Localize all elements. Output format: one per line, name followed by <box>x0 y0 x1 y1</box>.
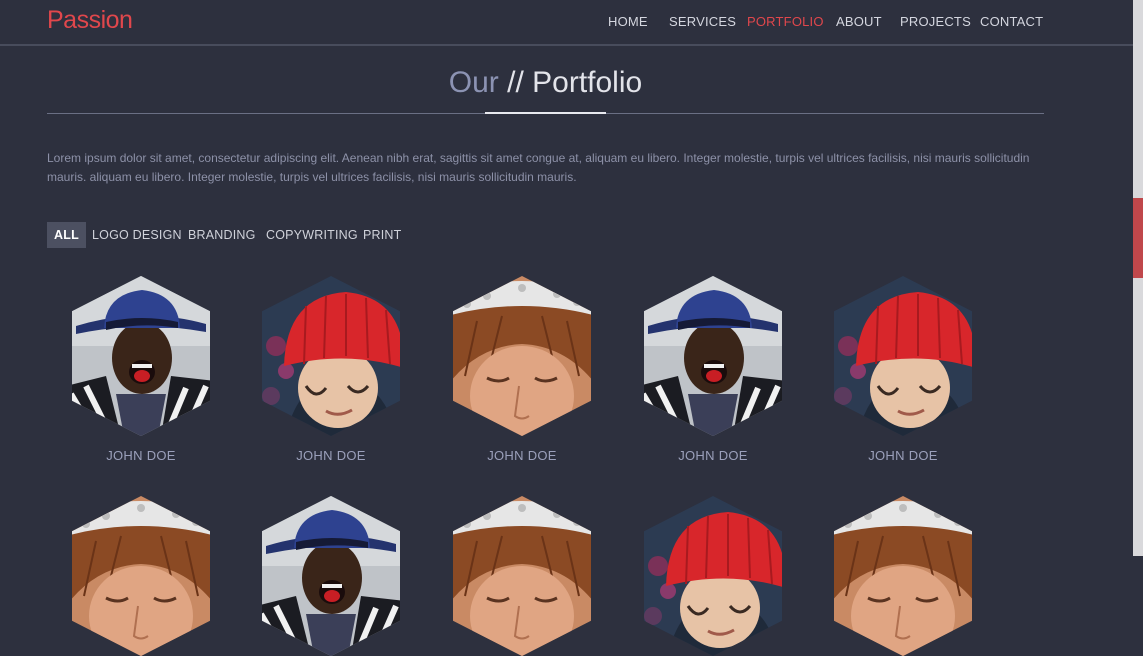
portfolio-thumbnail[interactable] <box>834 276 972 436</box>
portfolio-thumbnail[interactable] <box>262 496 400 656</box>
scrollbar-thumb[interactable] <box>1133 198 1143 278</box>
man-blue-hat-photo <box>262 496 400 656</box>
section-divider-accent <box>485 112 606 114</box>
portfolio-item-caption: JOHN DOE <box>678 448 748 463</box>
woman-lace-bonnet-photo <box>453 496 591 656</box>
woman-lace-bonnet-photo <box>453 276 591 436</box>
section-title-prefix: Our <box>448 66 499 99</box>
portfolio-item-caption: JOHN DOE <box>106 448 176 463</box>
filter-branding[interactable]: BRANDING <box>188 222 256 248</box>
filter-print[interactable]: PRINT <box>363 222 402 248</box>
filter-all[interactable]: ALL <box>47 222 86 248</box>
portfolio-thumbnail[interactable] <box>453 496 591 656</box>
portfolio-thumbnail[interactable] <box>72 276 210 436</box>
section-header: Our // Portfolio <box>47 60 1044 116</box>
brand-logo[interactable]: Passion <box>47 6 133 35</box>
portfolio-item-caption: JOHN DOE <box>296 448 366 463</box>
woman-red-beanie-photo <box>644 496 782 656</box>
section-title-main: // Portfolio <box>507 66 643 99</box>
nav-about[interactable]: ABOUT <box>836 14 882 29</box>
woman-lace-bonnet-photo <box>72 496 210 656</box>
nav-portfolio[interactable]: PORTFOLIO <box>747 14 824 29</box>
filter-logo-design[interactable]: LOGO DESIGN <box>92 222 182 248</box>
nav-services[interactable]: SERVICES <box>669 14 736 29</box>
man-blue-hat-photo <box>72 276 210 436</box>
portfolio-thumbnail[interactable] <box>262 276 400 436</box>
portfolio-item-caption: JOHN DOE <box>487 448 557 463</box>
nav-home[interactable]: HOME <box>608 14 648 29</box>
portfolio-thumbnail[interactable] <box>453 276 591 436</box>
portfolio-item-caption: JOHN DOE <box>868 448 938 463</box>
nav-contact[interactable]: CONTACT <box>980 14 1043 29</box>
portfolio-thumbnail[interactable] <box>72 496 210 656</box>
scrollbar[interactable] <box>1133 0 1143 556</box>
woman-red-beanie-photo <box>834 276 972 436</box>
section-intro: Lorem ipsum dolor sit amet, consectetur … <box>47 151 1030 184</box>
portfolio-thumbnail[interactable] <box>644 496 782 656</box>
nav-projects[interactable]: PROJECTS <box>900 14 971 29</box>
man-blue-hat-photo <box>644 276 782 436</box>
woman-red-beanie-photo <box>262 276 400 436</box>
portfolio-thumbnail[interactable] <box>644 276 782 436</box>
portfolio-thumbnail[interactable] <box>834 496 972 656</box>
woman-lace-bonnet-photo <box>834 496 972 656</box>
top-navbar: Passion HOME SERVICES PORTFOLIO ABOUT PR… <box>0 0 1133 46</box>
filter-copywriting[interactable]: COPYWRITING <box>266 222 358 248</box>
section-title: Our // Portfolio <box>47 66 1044 100</box>
